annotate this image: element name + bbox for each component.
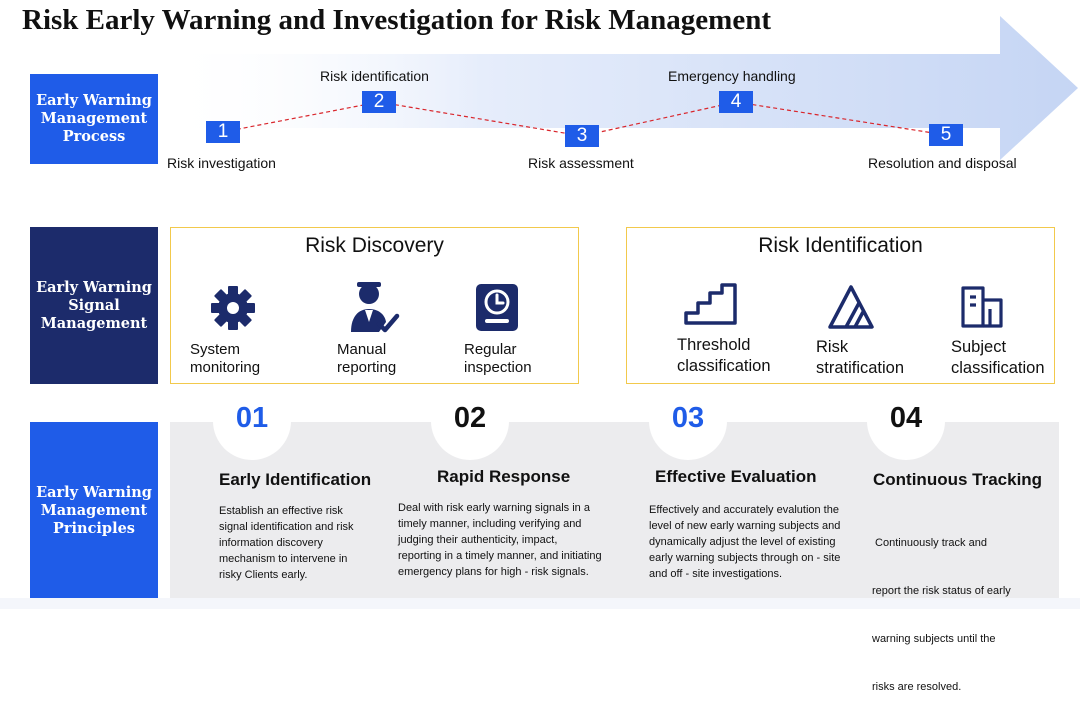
section-label-line: Management: [40, 110, 148, 127]
principle-title: Continuous Tracking: [873, 470, 1043, 489]
item-label-line: inspection: [464, 359, 532, 376]
gear-icon: [211, 286, 255, 330]
principle-line: Deal with risk early warning signals in …: [398, 502, 590, 514]
item-label-line: Threshold: [677, 336, 751, 354]
principle-line: timely manner, including verifying and: [398, 518, 582, 530]
principle-description: Effectively and accurately evalution the…: [649, 502, 864, 582]
principle-title: Rapid Response: [437, 467, 571, 486]
item-label-line: classification: [677, 357, 771, 375]
principle-line: Continuously track and: [872, 537, 987, 549]
process-step-4: 4: [719, 91, 753, 113]
principle-line: mechanism to intervene in: [219, 553, 348, 565]
principle-line: level of new early warning subjects and: [649, 520, 841, 532]
process-step-label: Emergency handling: [668, 68, 796, 84]
discovery-item-regular-inspection: Regular inspection: [464, 283, 532, 377]
principle-line: reporting in a timely manner, and initia…: [398, 550, 602, 562]
process-step-5: 5: [929, 124, 963, 146]
principle-line: emergency plans for high - risk signals.: [398, 566, 589, 578]
principle-line: information discovery: [219, 537, 323, 549]
item-label: Risk stratification: [816, 337, 904, 379]
section-label-line: Process: [62, 128, 126, 145]
section-label-line: Early Warning: [36, 483, 152, 501]
principle-line: Effectively and accurately evalution the: [649, 504, 839, 516]
principle-line: risky Clients early.: [219, 569, 308, 581]
process-step-label: Risk investigation: [167, 155, 276, 171]
building-icon: [961, 286, 1003, 328]
item-label-line: Manual: [337, 341, 387, 358]
principle-number-02: 02: [453, 402, 487, 434]
identification-item-threshold: Threshold classification: [677, 283, 771, 377]
section-label-line: Signal: [68, 296, 120, 314]
item-label-line: classification: [951, 359, 1045, 377]
item-label-line: reporting: [337, 359, 397, 376]
item-label: Regular inspection: [464, 341, 532, 377]
item-label-line: Regular: [464, 341, 517, 358]
section-label-line: Management: [40, 501, 148, 519]
risk-discovery-panel: Risk Discovery System monitoring Manual …: [170, 227, 579, 384]
discovery-item-manual-reporting: Manual reporting: [337, 278, 401, 377]
principle-line: and off - site investigations.: [649, 568, 783, 580]
item-label-line: System: [190, 341, 241, 358]
section-label-line: Principles: [53, 519, 135, 537]
section-label-line: Management: [40, 314, 148, 332]
principle-title: Effective Evaluation: [655, 467, 817, 486]
item-label: Threshold classification: [677, 335, 771, 377]
item-label: System monitoring: [190, 341, 260, 377]
section-label-process: Early Warning Management Process: [30, 74, 158, 164]
process-step-1: 1: [206, 121, 240, 143]
section-label-line: Early Warning: [36, 278, 152, 296]
discovery-item-system-monitoring: System monitoring: [190, 283, 260, 377]
principle-number-01: 01: [235, 402, 269, 434]
identification-item-subject: Subject classification: [951, 285, 1045, 379]
principle-description: Deal with risk early warning signals in …: [398, 500, 638, 580]
item-label-line: monitoring: [190, 359, 261, 376]
section-label-principles: Early Warning Management Principles: [30, 422, 158, 599]
principle-line: report the risk status of early: [872, 585, 1011, 597]
identification-item-risk-stratification: Risk stratification: [816, 283, 904, 379]
risk-identification-panel: Risk Identification Threshold classifica…: [626, 227, 1055, 384]
item-label-line: stratification: [816, 359, 905, 377]
process-step-label: Risk assessment: [528, 155, 634, 171]
process-connectors: [222, 101, 947, 137]
panel-title: Risk Identification: [758, 234, 923, 257]
principle-line: risks are resolved.: [872, 681, 962, 693]
triangle-layers-icon: [828, 285, 874, 329]
person-check-icon: [351, 282, 400, 333]
process-step-label: Resolution and disposal: [868, 155, 1017, 171]
item-label: Manual reporting: [337, 341, 401, 377]
principle-line: early warning subjects through on - site: [649, 552, 841, 564]
item-label: Subject classification: [951, 337, 1045, 379]
principle-description: Establish an effective risk signal ident…: [219, 503, 399, 583]
principle-number-04: 04: [889, 402, 923, 434]
principle-title: Early Identification: [219, 470, 372, 489]
principle-line: Establish an effective risk: [219, 505, 343, 517]
panel-title: Risk Discovery: [305, 234, 444, 257]
stairs-icon: [684, 283, 737, 325]
principle-number-03: 03: [671, 402, 705, 434]
section-label-signal: Early Warning Signal Management: [30, 227, 158, 384]
section-label-line: Early Warning: [36, 92, 152, 109]
process-step-2: 2: [362, 91, 396, 113]
process-step-label: Risk identification: [320, 68, 429, 84]
bottom-band: [0, 598, 1080, 609]
principle-line: signal identification and risk: [219, 521, 354, 533]
principle-line: dynamically adjust the level of existing: [649, 536, 836, 548]
principle-line: warning subjects until the: [872, 633, 996, 645]
principle-line: judging their authenticity, impact,: [398, 534, 558, 546]
item-label-line: Risk: [816, 338, 849, 356]
item-label-line: Subject: [951, 338, 1007, 356]
clock-clipboard-icon: [476, 284, 518, 331]
process-step-3: 3: [565, 125, 599, 147]
